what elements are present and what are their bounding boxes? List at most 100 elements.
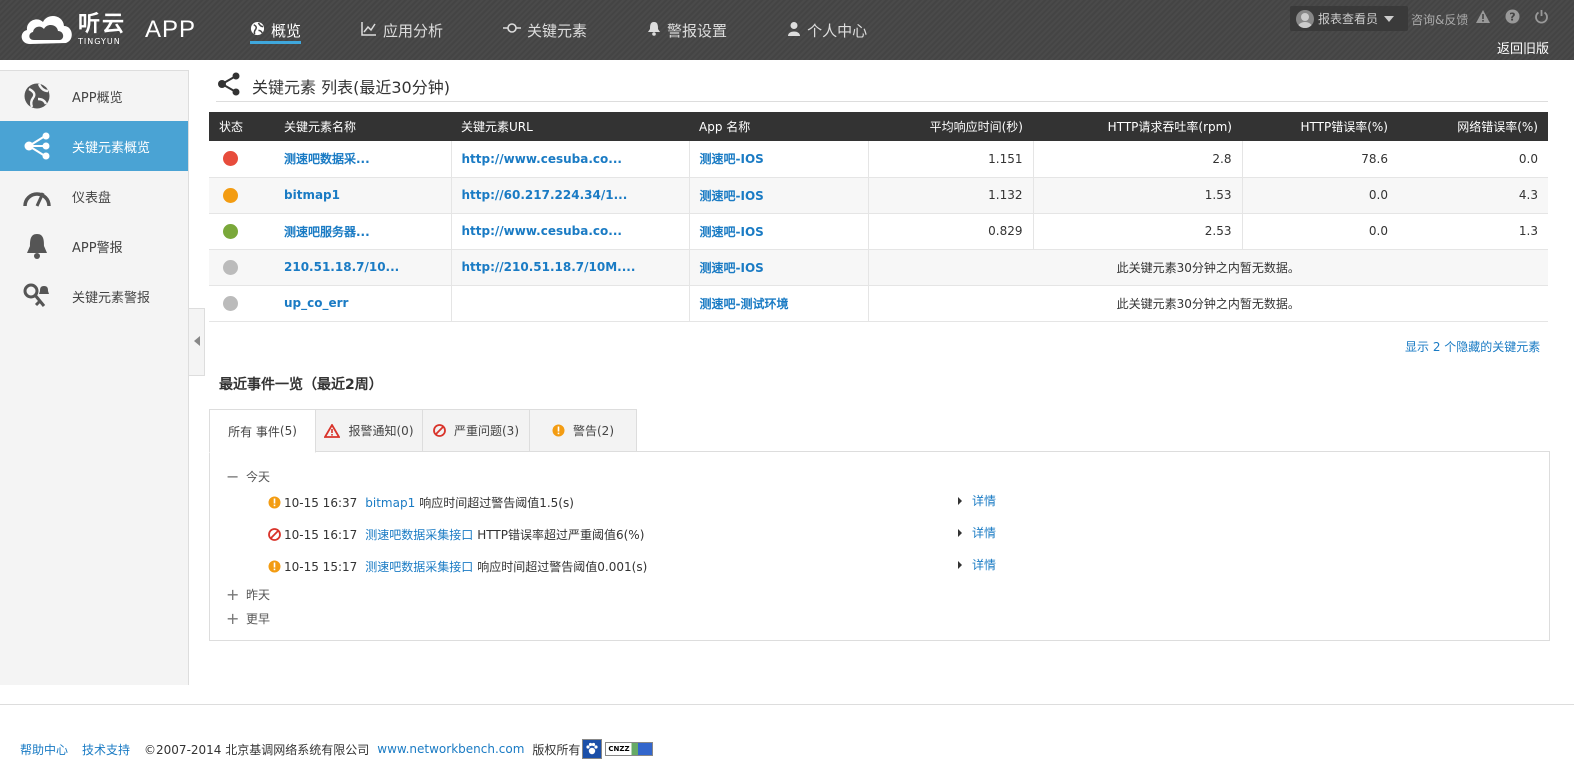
table-row[interactable]: up_co_err 测速吧-测试环境 此关键元素30分钟之内暂无数据。 (209, 285, 1548, 322)
warning-circle-icon (268, 496, 281, 509)
table-row[interactable]: 测速吧数据采... http://www.cesuba.co... 测速吧-IOS 1… (209, 141, 1548, 178)
element-url-link[interactable]: http://210.51.18.7/10M.... (462, 260, 636, 274)
sidebar-item-app-alarm[interactable]: APP警报 (0, 221, 188, 271)
app-name-cell: 测速吧-IOS (689, 177, 869, 214)
element-name-link[interactable]: 测速吧数据采... (284, 152, 370, 166)
tab-warnings[interactable]: 警告 (2) (530, 409, 637, 452)
event-detail-toggle[interactable]: 详情 (958, 492, 996, 509)
sidebar-item-key-element-alarm[interactable]: 关键元素警报 (0, 271, 188, 321)
site-link[interactable]: www.networkbench.com (377, 742, 524, 756)
column-header[interactable]: HTTP请求吞吐率(rpm) (1033, 112, 1242, 141)
table-row[interactable]: 210.51.18.7/10... http://210.51.18.7/10M.… (209, 249, 1548, 286)
paw-badge-icon[interactable] (582, 739, 603, 759)
nav-key-elements[interactable]: 关键元素 (503, 0, 587, 60)
throughput-cell: 2.8 (1033, 141, 1243, 178)
column-header[interactable]: 平均响应时间(秒) (868, 112, 1033, 141)
status-cell (209, 213, 274, 250)
detail-link[interactable]: 详情 (972, 524, 996, 541)
event-message: HTTP错误率超过严重阈值6(%) (477, 528, 645, 542)
table-row[interactable]: 测速吧服务器... http://www.cesuba.co... 测速吧-IOS 0… (209, 213, 1548, 250)
status-dot-icon (223, 151, 238, 167)
sidebar: APP概览 关键元素概览 仪表盘 APP警报 关键元素警报 (0, 70, 189, 685)
consult-feedback-link[interactable]: 咨询&反馈 (1411, 11, 1468, 28)
element-url-link[interactable]: http://www.cesuba.co... (462, 224, 622, 238)
http-error-cell: 78.6 (1242, 141, 1398, 178)
sidebar-item-app-overview[interactable]: APP概览 (0, 71, 188, 121)
event-item: 10-15 16:17 测速吧数据采集接口 HTTP错误率超过严重阈值6(%) (268, 526, 644, 543)
app-name-link[interactable]: 测速吧-IOS (700, 152, 764, 166)
sidebar-item-key-elements-overview[interactable]: 关键元素概览 (0, 121, 188, 171)
element-url-link[interactable]: http://60.217.224.34/1... (462, 188, 628, 202)
group-earlier[interactable]: + 更早 (226, 610, 270, 627)
tab-all-events[interactable]: 所有 事件 (5) (209, 409, 316, 453)
sidebar-collapse-toggle[interactable] (189, 308, 205, 376)
group-today[interactable]: − 今天 (226, 468, 270, 485)
user-menu[interactable]: 报表查看员 (1290, 6, 1408, 31)
element-name-cell: up_co_err (274, 285, 452, 322)
nav-label: 个人中心 (807, 21, 868, 40)
column-header[interactable]: App 名称 (689, 112, 868, 141)
column-header[interactable]: HTTP错误率(%) (1242, 112, 1398, 141)
event-element-link[interactable]: 测速吧数据采集接口 (365, 526, 473, 543)
tingyun-logo[interactable]: 听云 TINGYUN (18, 10, 126, 50)
status-dot-icon (223, 187, 238, 203)
app-name-link[interactable]: 测速吧-IOS (700, 189, 764, 203)
column-header[interactable]: 关键元素URL (451, 112, 689, 141)
column-header[interactable]: 状态 (209, 112, 274, 141)
alert-triangle-icon[interactable] (1475, 9, 1491, 28)
event-detail-toggle[interactable]: 详情 (958, 524, 996, 541)
power-icon[interactable] (1534, 9, 1549, 28)
event-item: 10-15 15:17 测速吧数据采集接口 响应时间超过警告阈值0.001(s) (268, 558, 647, 575)
column-header[interactable]: 关键元素名称 (274, 112, 451, 141)
return-old-version-link[interactable]: 返回旧版 (1497, 38, 1549, 57)
app-name-link[interactable]: 测速吧-IOS (700, 225, 764, 239)
active-underline (250, 41, 302, 44)
event-element-link[interactable]: bitmap1 (365, 496, 415, 510)
app-name-cell: 测速吧-IOS (689, 213, 869, 250)
element-name-link[interactable]: bitmap1 (284, 188, 340, 202)
user-name: 报表查看员 (1318, 12, 1379, 26)
tab-label: 报警通知 (348, 424, 397, 438)
tab-critical-issues[interactable]: 严重问题 (3) (423, 409, 530, 452)
group-yesterday[interactable]: + 昨天 (226, 586, 270, 603)
element-url-cell: http://www.cesuba.co... (451, 213, 690, 250)
tab-alarm-notice[interactable]: 报警通知 (0) (316, 409, 423, 452)
nav-personal-center[interactable]: 个人中心 (787, 0, 867, 60)
status-dot-icon (223, 259, 238, 275)
element-name-cell: 210.51.18.7/10... (274, 249, 452, 286)
column-header[interactable]: 网络错误率(%) (1398, 112, 1548, 141)
nav-app-analysis[interactable]: 应用分析 (361, 0, 443, 60)
detail-link[interactable]: 详情 (972, 492, 996, 509)
status-cell (209, 141, 274, 178)
group-label: 更早 (246, 612, 271, 626)
critical-icon (268, 528, 281, 541)
share-icon (216, 71, 242, 101)
globe-icon (250, 21, 265, 40)
app-name-link[interactable]: 测速吧-测试环境 (700, 297, 789, 311)
table-row[interactable]: bitmap1 http://60.217.224.34/1... 测速吧-IOS 1… (209, 177, 1548, 214)
help-center-link[interactable]: 帮助中心 (20, 741, 68, 758)
globe-icon (22, 81, 52, 111)
app-name-link[interactable]: 测速吧-IOS (700, 261, 764, 275)
group-label: 昨天 (246, 588, 271, 602)
event-element-link[interactable]: 测速吧数据采集接口 (365, 558, 473, 575)
tech-support-link[interactable]: 技术支持 (82, 741, 130, 758)
element-name-link[interactable]: up_co_err (284, 296, 348, 310)
nav-alarm-settings[interactable]: 警报设置 (647, 0, 727, 60)
element-name-link[interactable]: 测速吧服务器... (284, 225, 370, 239)
nav-overview[interactable]: 概览 (250, 0, 302, 60)
http-error-cell: 0.0 (1242, 177, 1398, 214)
event-message: 响应时间超过警告阈值1.5(s) (419, 496, 574, 510)
help-icon[interactable]: ? (1505, 9, 1520, 28)
event-item: 10-15 16:37 bitmap1 响应时间超过警告阈值1.5(s) (268, 494, 574, 511)
element-name-link[interactable]: 210.51.18.7/10... (284, 260, 399, 274)
show-hidden-elements-link[interactable]: 显示 2 个隐藏的关键元素 (1405, 338, 1540, 355)
warning-circle-icon (552, 424, 565, 437)
event-detail-toggle[interactable]: 详情 (958, 556, 996, 573)
detail-link[interactable]: 详情 (972, 556, 996, 573)
event-time: 10-15 16:37 (284, 495, 358, 510)
sidebar-item-dashboard[interactable]: 仪表盘 (0, 171, 188, 221)
network-error-cell: 1.3 (1398, 213, 1548, 250)
element-url-link[interactable]: http://www.cesuba.co... (462, 152, 622, 166)
cnzz-badge[interactable]: CNZZ (605, 742, 654, 756)
